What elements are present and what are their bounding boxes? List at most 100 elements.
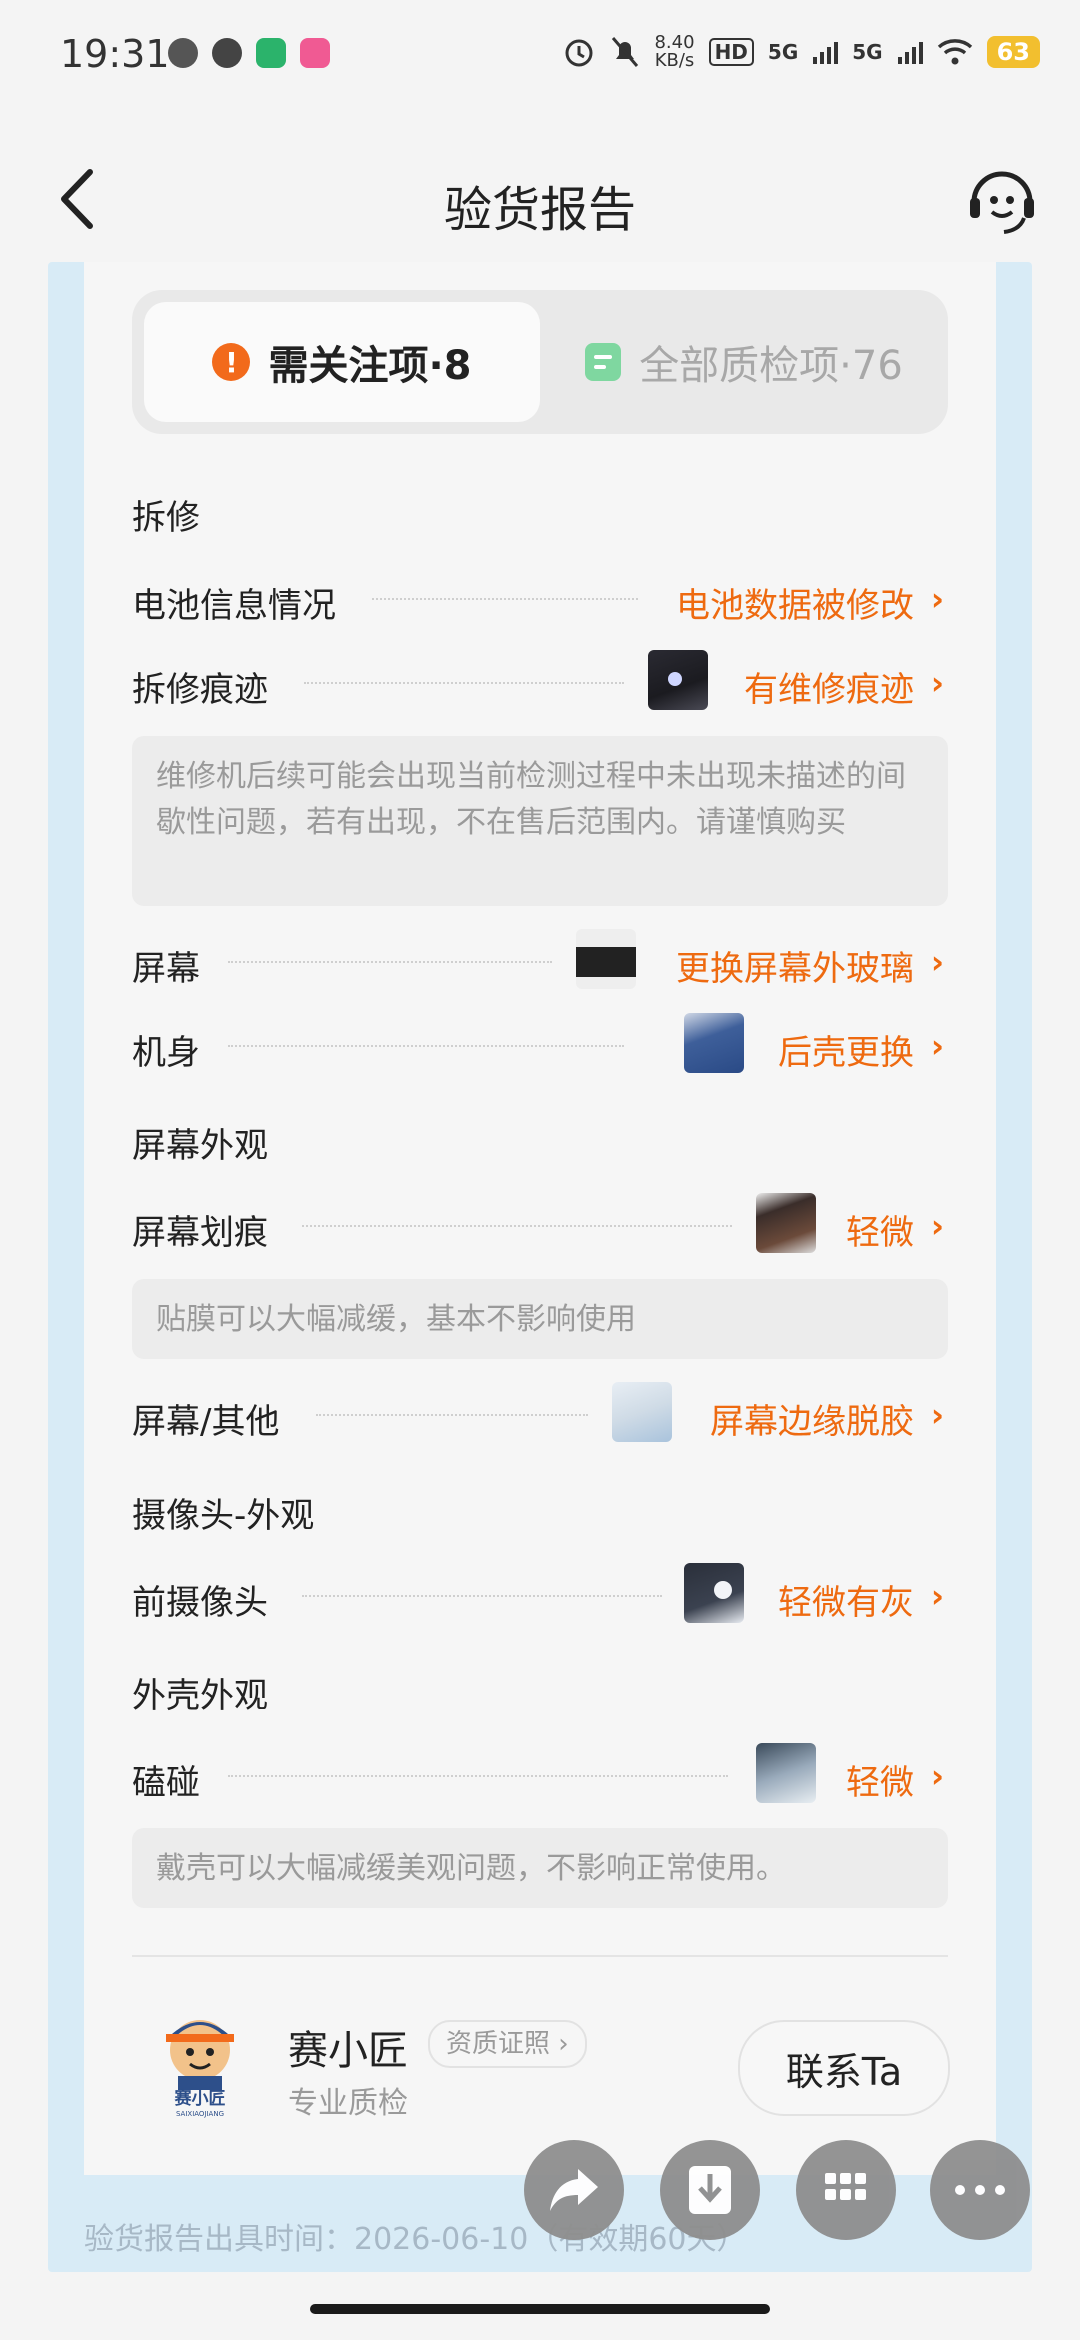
repair-photo-thumbnail[interactable] [648, 650, 708, 710]
page-title: 验货报告 [443, 182, 636, 238]
logo-text: 赛小匠 [174, 2088, 226, 2109]
tab-bar: ! 需关注项·8 全部质检项·76 [132, 290, 948, 434]
row-bump[interactable]: 磕碰 轻微 › [132, 1743, 948, 1807]
chevron-right-icon: › [930, 1757, 944, 1795]
note-screen-film: 贴膜可以大幅减缓，基本不影响使用 [132, 1279, 948, 1359]
header: 验货报告 [0, 140, 1080, 260]
chevron-right-icon: › [930, 1577, 944, 1615]
share-button[interactable] [524, 2140, 624, 2240]
chevron-right-icon: › [930, 1207, 944, 1245]
note-repair-warning: 维修机后续可能会出现当前检测过程中未出现未描述的间歇性问题，若有出现，不在售后范… [132, 736, 948, 906]
chevron-right-icon: › [558, 2029, 569, 2059]
chevron-right-icon: › [930, 664, 944, 702]
row-value: 轻微有灰 [778, 1583, 914, 1623]
chevron-right-icon: › [930, 943, 944, 981]
row-label: 屏幕/其他 [132, 1402, 280, 1442]
dotted-leader [228, 1775, 728, 1777]
dotted-leader [302, 1225, 732, 1227]
camera-photo-thumbnail[interactable] [684, 1563, 744, 1623]
download-button[interactable] [660, 2140, 760, 2240]
row-value: 更换屏幕外玻璃 [676, 949, 914, 989]
row-value: 有维修痕迹 [744, 670, 914, 710]
row-label: 机身 [132, 1033, 200, 1073]
row-value: 轻微 [846, 1763, 914, 1803]
dotted-leader [372, 598, 638, 600]
row-label: 电池信息情况 [132, 586, 336, 626]
divider [132, 1955, 948, 1957]
wechat-icon [168, 38, 198, 68]
chevron-right-icon: › [930, 580, 944, 618]
section-title-repair: 拆修 [132, 498, 200, 538]
grid-menu-button[interactable] [796, 2140, 896, 2240]
section-title-shell: 外壳外观 [132, 1676, 268, 1716]
row-screen-other[interactable]: 屏幕/其他 屏幕边缘脱胶 › [132, 1382, 948, 1446]
signal2-icon [897, 42, 923, 64]
share-arrow-icon [550, 2169, 598, 2211]
alarm-icon [565, 39, 593, 67]
contact-button[interactable]: 联系Ta [738, 2020, 950, 2116]
row-body[interactable]: 机身 后壳更换 › [132, 1013, 948, 1077]
more-button[interactable] [930, 2140, 1030, 2240]
tab-all-label: 全部质检项·76 [639, 343, 903, 389]
report-issued-time: 验货报告出具时间：2026-06-10（有效期60天） [84, 2222, 747, 2257]
notification-icons [168, 38, 330, 68]
bilibili-icon [300, 38, 330, 68]
screen-edge-photo-thumbnail[interactable] [612, 1382, 672, 1442]
row-label: 屏幕 [132, 949, 200, 989]
more-dots-icon [955, 2185, 1005, 2195]
dotted-leader [304, 682, 624, 684]
row-front-camera[interactable]: 前摄像头 轻微有灰 › [132, 1563, 948, 1627]
row-label: 屏幕划痕 [132, 1213, 268, 1253]
wifi-icon [937, 39, 972, 65]
bump-photo-thumbnail[interactable] [756, 1743, 816, 1803]
status-time: 19:31 [60, 32, 170, 76]
battery-level: 63 [986, 36, 1040, 68]
row-repair-trace[interactable]: 拆修痕迹 有维修痕迹 › [132, 650, 948, 714]
scratch-photo-thumbnail[interactable] [756, 1193, 816, 1253]
body-photo-thumbnail[interactable] [684, 1013, 744, 1073]
chevron-right-icon: › [930, 1027, 944, 1065]
certificate-label: 资质证照 [446, 2029, 551, 2059]
screen-photo-thumbnail[interactable] [576, 929, 636, 989]
gesture-nav-handle[interactable] [310, 2304, 770, 2314]
status-right: 8.40 KB/s HD 5G 5G 63 [562, 34, 1040, 70]
net1-label: 5G [767, 40, 799, 64]
row-screen-scratch[interactable]: 屏幕划痕 轻微 › [132, 1193, 948, 1257]
network-speed: 8.40 KB/s [654, 34, 694, 70]
section-title-screen-appearance: 屏幕外观 [132, 1126, 268, 1166]
note-case-advice: 戴壳可以大幅减缓美观问题，不影响正常使用。 [132, 1828, 948, 1908]
net2-label: 5G [852, 40, 883, 64]
tab-all-items[interactable]: 全部质检项·76 [552, 302, 936, 422]
row-value: 后壳更换 [778, 1033, 914, 1073]
hd-badge: HD [708, 38, 754, 66]
inspector-name: 赛小匠 [288, 2028, 408, 2074]
row-value: 轻微 [846, 1213, 914, 1253]
speed-unit: KB/s [654, 50, 695, 71]
tab-attention-label: 需关注项·8 [268, 343, 472, 389]
logo-subtext: SAIXIAOJIANG [176, 2110, 224, 2118]
download-icon [689, 2166, 731, 2214]
warning-icon: ! [212, 343, 251, 381]
status-bar: 19:31 8.40 KB/s HD 5G 5G 63 [0, 0, 1080, 110]
tab-attention[interactable]: ! 需关注项·8 [144, 302, 540, 422]
message-icon [212, 38, 242, 68]
signal1-icon [813, 42, 839, 64]
customer-service-icon[interactable] [964, 162, 1040, 238]
row-value: 屏幕边缘脱胶 [710, 1402, 914, 1442]
row-label: 前摄像头 [132, 1583, 268, 1623]
section-title-camera: 摄像头-外观 [132, 1496, 315, 1536]
certificate-badge[interactable]: 资质证照 › [428, 2020, 587, 2068]
dotted-leader [228, 1045, 624, 1047]
grid-icon [825, 2173, 866, 2200]
home-app-icon [256, 38, 286, 68]
checklist-icon [585, 343, 622, 381]
row-value: 电池数据被修改 [676, 586, 914, 626]
row-battery-info[interactable]: 电池信息情况 电池数据被修改 › [132, 566, 948, 630]
inspector-logo: 赛小匠 SAIXIAOJIANG [166, 2020, 234, 2118]
dotted-leader [302, 1595, 662, 1597]
chevron-right-icon: › [930, 1396, 944, 1434]
row-screen[interactable]: 屏幕 更换屏幕外玻璃 › [132, 929, 948, 993]
inspector-subtitle: 专业质检 [288, 2086, 408, 2121]
dotted-leader [316, 1414, 588, 1416]
bell-muted-icon [612, 37, 639, 67]
